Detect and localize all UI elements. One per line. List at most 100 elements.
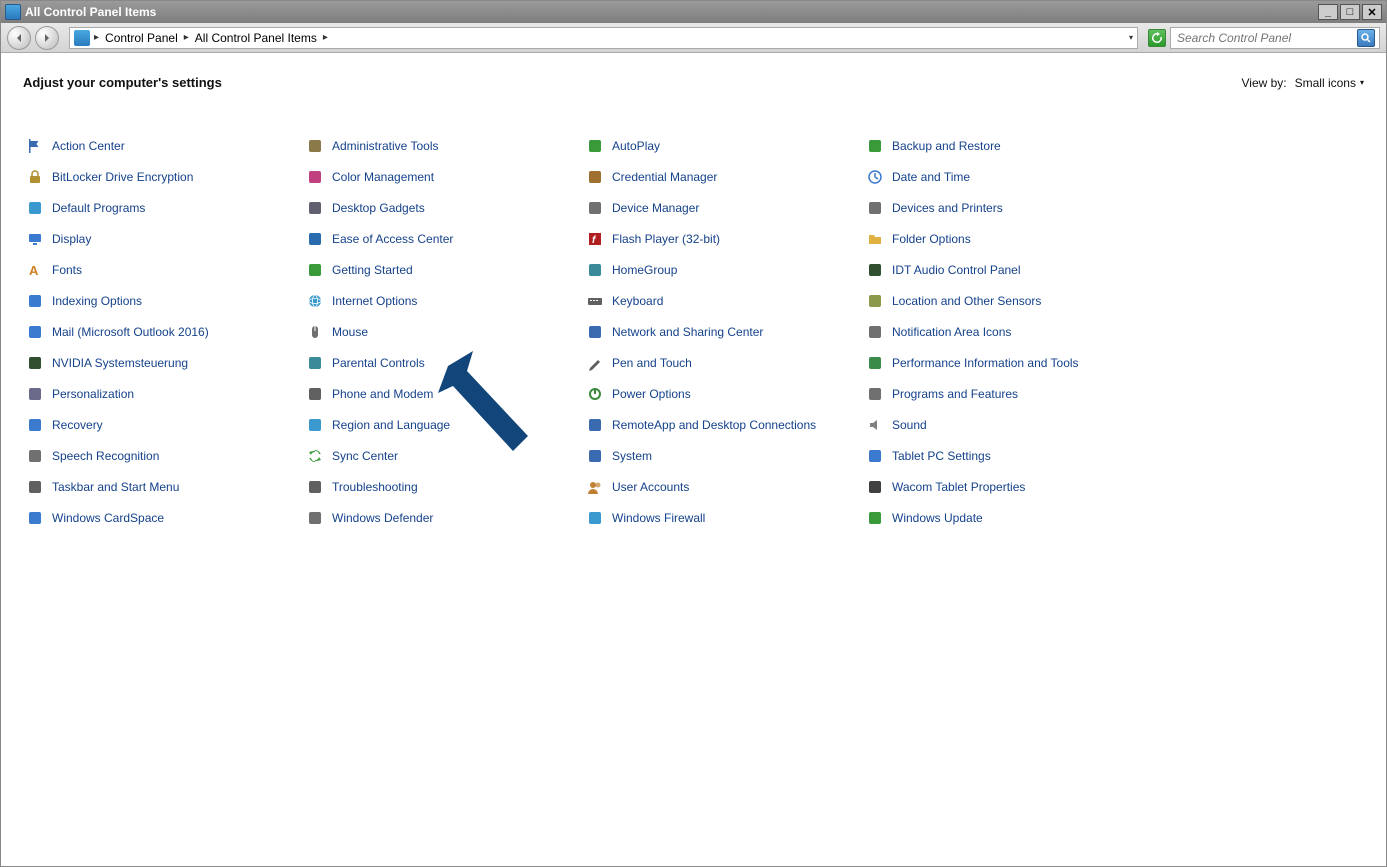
mail-icon [27, 324, 43, 340]
control-panel-item[interactable]: Sound [863, 409, 1143, 440]
item-label: Performance Information and Tools [892, 356, 1079, 370]
item-label: Parental Controls [332, 356, 425, 370]
control-panel-item[interactable]: Administrative Tools [303, 130, 583, 161]
control-panel-item[interactable]: Phone and Modem [303, 378, 583, 409]
control-panel-item[interactable]: HomeGroup [583, 254, 863, 285]
control-panel-item[interactable]: Personalization [23, 378, 303, 409]
control-panel-item[interactable]: Windows Defender [303, 502, 583, 533]
search-input[interactable] [1175, 30, 1357, 46]
item-label: Mouse [332, 325, 368, 339]
control-panel-item[interactable]: Date and Time [863, 161, 1143, 192]
control-panel-item[interactable]: Default Programs [23, 192, 303, 223]
parental-icon [307, 355, 323, 371]
chevron-down-icon: ▾ [1360, 78, 1364, 87]
internet-icon [307, 293, 323, 309]
control-panel-item[interactable]: Sync Center [303, 440, 583, 471]
item-label: Action Center [52, 139, 125, 153]
perf-icon [867, 355, 883, 371]
control-panel-item[interactable]: Device Manager [583, 192, 863, 223]
control-panel-item[interactable]: Backup and Restore [863, 130, 1143, 161]
control-panel-item[interactable]: AutoPlay [583, 130, 863, 161]
control-panel-item[interactable]: Pen and Touch [583, 347, 863, 378]
control-panel-item[interactable]: BitLocker Drive Encryption [23, 161, 303, 192]
control-panel-item[interactable]: Troubleshooting [303, 471, 583, 502]
control-panel-item[interactable]: NVIDIA Systemsteuerung [23, 347, 303, 378]
control-panel-item[interactable]: AFonts [23, 254, 303, 285]
tablet-icon [867, 448, 883, 464]
control-panel-item[interactable]: Region and Language [303, 409, 583, 440]
search-button[interactable] [1357, 29, 1375, 47]
view-by-selector[interactable]: Small icons ▾ [1295, 76, 1364, 90]
control-panel-item[interactable]: Desktop Gadgets [303, 192, 583, 223]
minimize-button[interactable]: _ [1318, 4, 1338, 20]
maximize-button[interactable]: □ [1340, 4, 1360, 20]
back-button[interactable] [7, 26, 31, 50]
control-panel-item[interactable]: Speech Recognition [23, 440, 303, 471]
control-panel-item[interactable]: Color Management [303, 161, 583, 192]
forward-button[interactable] [35, 26, 59, 50]
pen-icon [587, 355, 603, 371]
search-box[interactable] [1170, 27, 1380, 49]
dropdown-icon[interactable]: ▾ [1129, 33, 1133, 42]
control-panel-item[interactable]: Network and Sharing Center [583, 316, 863, 347]
fonts-icon: A [27, 262, 43, 278]
refresh-button[interactable] [1148, 29, 1166, 47]
control-panel-item[interactable]: Recovery [23, 409, 303, 440]
control-panel-item[interactable]: Taskbar and Start Menu [23, 471, 303, 502]
item-label: Windows CardSpace [52, 511, 164, 525]
control-panel-item[interactable]: Credential Manager [583, 161, 863, 192]
control-panel-item[interactable]: Mail (Microsoft Outlook 2016) [23, 316, 303, 347]
control-panel-item[interactable]: Getting Started [303, 254, 583, 285]
control-panel-item[interactable]: Wacom Tablet Properties [863, 471, 1143, 502]
control-panel-item[interactable]: User Accounts [583, 471, 863, 502]
item-label: Windows Defender [332, 511, 433, 525]
item-label: Backup and Restore [892, 139, 1001, 153]
item-label: Power Options [612, 387, 691, 401]
close-button[interactable]: ✕ [1362, 4, 1382, 20]
item-label: NVIDIA Systemsteuerung [52, 356, 188, 370]
control-panel-item[interactable]: Folder Options [863, 223, 1143, 254]
control-panel-item[interactable]: Parental Controls [303, 347, 583, 378]
breadcrumb-item[interactable]: Control Panel [103, 31, 180, 45]
item-label: Administrative Tools [332, 139, 439, 153]
control-panel-item[interactable]: Internet Options [303, 285, 583, 316]
control-panel-item[interactable]: Notification Area Icons [863, 316, 1143, 347]
color-icon [307, 169, 323, 185]
control-panel-item[interactable]: Display [23, 223, 303, 254]
control-panel-item[interactable]: Devices and Printers [863, 192, 1143, 223]
control-panel-item[interactable]: System [583, 440, 863, 471]
item-label: Indexing Options [52, 294, 142, 308]
item-label: Getting Started [332, 263, 413, 277]
control-panel-item[interactable]: Windows Update [863, 502, 1143, 533]
control-panel-item[interactable]: Tablet PC Settings [863, 440, 1143, 471]
item-label: Ease of Access Center [332, 232, 453, 246]
control-panel-item[interactable]: Indexing Options [23, 285, 303, 316]
control-panel-item[interactable]: Location and Other Sensors [863, 285, 1143, 316]
breadcrumb-item[interactable]: All Control Panel Items [193, 31, 319, 45]
control-panel-item[interactable]: fFlash Player (32-bit) [583, 223, 863, 254]
control-panel-item[interactable]: RemoteApp and Desktop Connections [583, 409, 863, 440]
control-panel-item[interactable]: Keyboard [583, 285, 863, 316]
app-icon [5, 4, 21, 20]
defender-icon [307, 510, 323, 526]
item-label: RemoteApp and Desktop Connections [612, 418, 816, 432]
item-label: Phone and Modem [332, 387, 433, 401]
item-label: Keyboard [612, 294, 663, 308]
control-panel-item[interactable]: Windows Firewall [583, 502, 863, 533]
item-label: Location and Other Sensors [892, 294, 1041, 308]
taskbar-icon [27, 479, 43, 495]
control-panel-item[interactable]: Power Options [583, 378, 863, 409]
control-panel-item[interactable]: Ease of Access Center [303, 223, 583, 254]
region-icon [307, 417, 323, 433]
control-panel-item[interactable]: Windows CardSpace [23, 502, 303, 533]
control-panel-item[interactable]: Mouse [303, 316, 583, 347]
wacom-icon [867, 479, 883, 495]
breadcrumb[interactable]: ▸ Control Panel ▸ All Control Panel Item… [69, 27, 1138, 49]
chevron-icon: ▸ [184, 32, 189, 43]
item-label: Sound [892, 418, 927, 432]
control-panel-item[interactable]: Performance Information and Tools [863, 347, 1143, 378]
control-panel-item[interactable]: IDT Audio Control Panel [863, 254, 1143, 285]
sync-icon [307, 448, 323, 464]
control-panel-item[interactable]: Programs and Features [863, 378, 1143, 409]
control-panel-item[interactable]: Action Center [23, 130, 303, 161]
